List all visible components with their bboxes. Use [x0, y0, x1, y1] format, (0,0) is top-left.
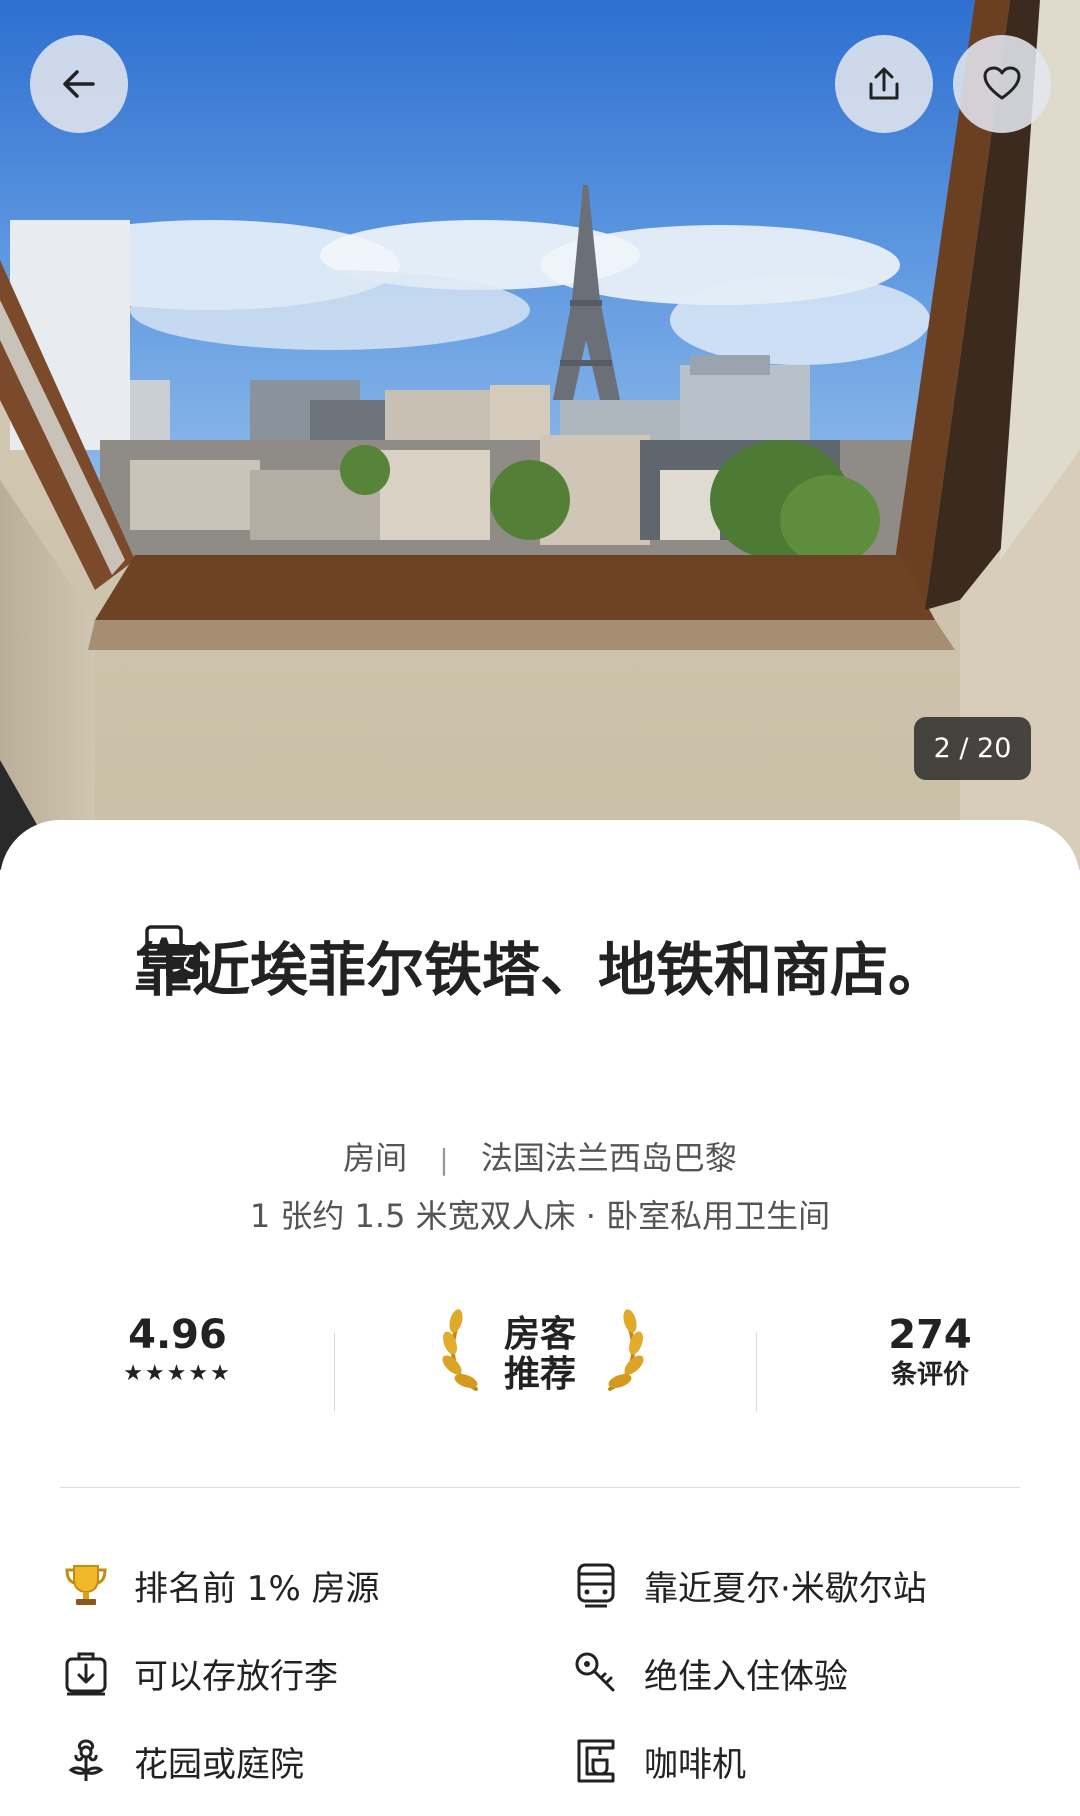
feature-luggage: 可以存放行李 — [60, 1643, 338, 1703]
feature-checkin: 绝佳入住体验 — [570, 1643, 848, 1703]
feature-coffee-machine: 咖啡机 — [570, 1731, 746, 1791]
coffee-machine-icon — [577, 1739, 615, 1783]
reviews-label: 条评价 — [890, 1360, 969, 1390]
luggage-icon — [65, 1652, 107, 1696]
stats-row: 4.96 ★★★★★ 房客 推荐 274 条评价 — [60, 1307, 1020, 1412]
listing-info-sheet: A 文 靠近埃菲尔铁塔、地铁和商店。 房间 | 法国法兰西岛巴黎 1 张约 1.… — [0, 820, 1080, 1816]
share-icon — [869, 67, 899, 100]
heart-icon — [983, 66, 1021, 100]
train-icon — [577, 1563, 615, 1608]
trophy-icon — [65, 1565, 107, 1605]
feature-garden: 花园或庭院 — [60, 1731, 304, 1791]
rating-value: 4.96 — [128, 1312, 227, 1358]
photo-counter: 2 / 20 — [914, 717, 1031, 780]
rating-stat[interactable]: 4.96 ★★★★★ — [100, 1310, 255, 1388]
back-button[interactable] — [30, 35, 128, 133]
reviews-count: 274 — [888, 1312, 972, 1358]
feature-label: 花园或庭院 — [134, 1744, 304, 1785]
feature-label: 可以存放行李 — [134, 1656, 338, 1697]
feature-label: 咖啡机 — [644, 1744, 746, 1785]
photo-gallery[interactable]: 2 / 20 — [0, 0, 1080, 870]
arrow-left-icon — [63, 70, 95, 98]
stat-divider — [756, 1332, 757, 1412]
room-details: 1 张约 1.5 米宽双人床 · 卧室私用卫生间 — [249, 1197, 831, 1235]
guest-favorite-badge[interactable]: 房客 推荐 — [440, 1307, 644, 1407]
share-button[interactable] — [835, 35, 933, 133]
stat-divider — [334, 1332, 335, 1412]
feature-label: 靠近夏尔·米歇尔站 — [644, 1568, 927, 1609]
laurel-right-icon — [608, 1309, 644, 1391]
separator: | — [439, 1143, 449, 1176]
key-icon — [575, 1652, 615, 1692]
location: 法国法兰西岛巴黎 — [480, 1139, 737, 1177]
listing-title: 靠近埃菲尔铁塔、地铁和商店。 — [133, 936, 946, 1004]
reviews-stat[interactable]: 274 条评价 — [860, 1310, 1000, 1390]
rating-stars: ★★★★★ — [123, 1361, 232, 1386]
favorite-button[interactable] — [953, 35, 1051, 133]
room-type: 房间 — [343, 1139, 408, 1177]
feature-top-listing: 排名前 1% 房源 — [60, 1555, 380, 1615]
feature-label: 绝佳入住体验 — [644, 1656, 848, 1697]
flower-icon — [68, 1739, 104, 1781]
listing-subtitle: 房间 | 法国法兰西岛巴黎 1 张约 1.5 米宽双人床 · 卧室私用卫生间 — [0, 1130, 1080, 1244]
section-divider — [60, 1487, 1020, 1488]
feature-label: 排名前 1% 房源 — [134, 1568, 380, 1609]
feature-near-station: 靠近夏尔·米歇尔站 — [570, 1555, 927, 1615]
